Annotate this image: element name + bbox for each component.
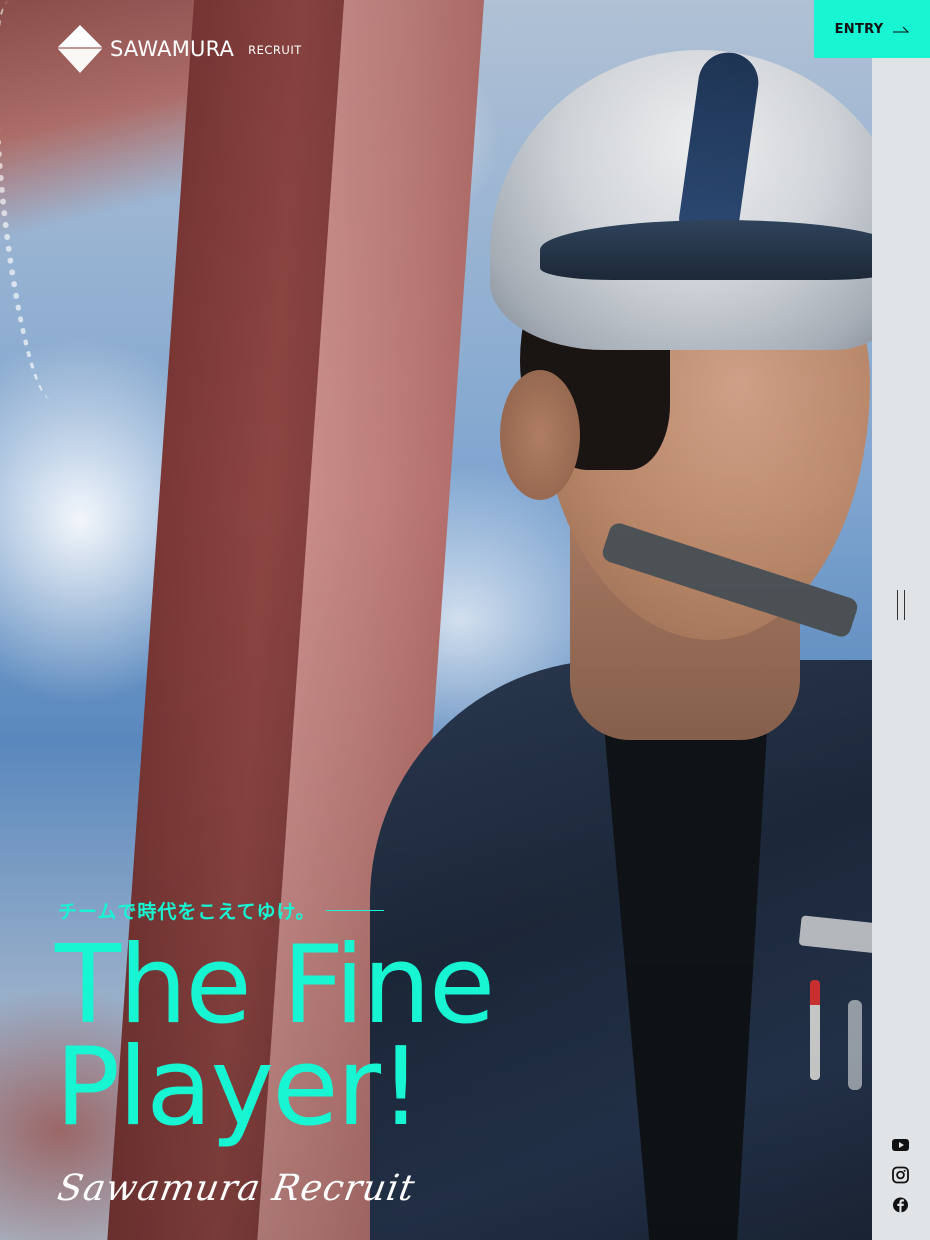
side-rail [872, 58, 930, 1240]
instagram-icon [892, 1166, 909, 1184]
instagram-link[interactable] [891, 1166, 910, 1184]
logo-mark-icon [58, 25, 102, 73]
scroll-indicator[interactable] [897, 590, 905, 620]
facebook-icon [893, 1197, 908, 1213]
arrow-right-icon [893, 26, 910, 33]
logo-subtitle: RECRUIT [248, 43, 302, 57]
hero-headline: The Fine Player! [55, 923, 675, 1150]
entry-label: ENTRY [834, 21, 884, 37]
headline-line-1: The Fine [55, 923, 495, 1048]
social-links [891, 1136, 910, 1214]
catch-copy-text: チームで時代をこえてゆけ。 [58, 901, 316, 923]
youtube-icon [892, 1139, 909, 1151]
catch-copy-line [325, 910, 384, 911]
youtube-link[interactable] [891, 1136, 910, 1154]
entry-button[interactable]: ENTRY [814, 0, 930, 58]
signature-text: Sawamura Recruit [54, 1168, 419, 1209]
headline-line-2: Player! [55, 1025, 422, 1150]
logo-name: SAWAMURA [110, 37, 235, 61]
catch-copy: チームで時代をこえてゆけ。 [58, 897, 384, 924]
facebook-link[interactable] [891, 1196, 910, 1214]
site-logo[interactable]: SAWAMURA RECRUIT [58, 25, 302, 73]
